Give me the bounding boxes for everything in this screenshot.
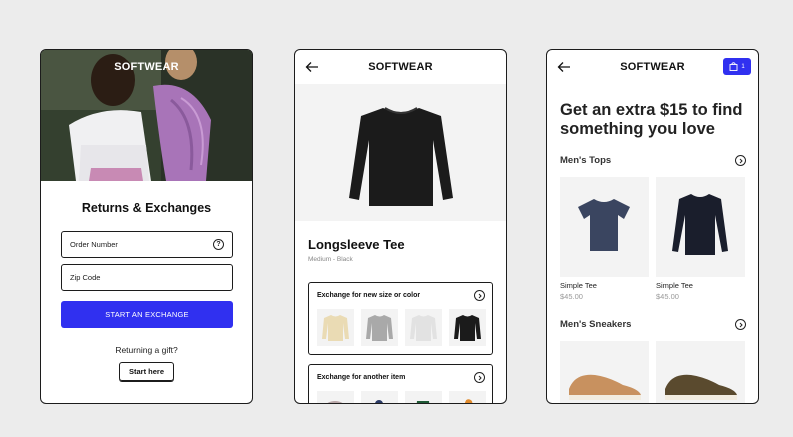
color-option-black[interactable] xyxy=(449,309,486,346)
section-title-mens-sneakers: Men's Sneakers xyxy=(560,319,632,330)
exchange-item-title: Exchange for another item xyxy=(317,374,406,381)
section-title-mens-tops: Men's Tops xyxy=(560,155,612,166)
product-price: $45.00 xyxy=(560,292,583,301)
chevron-right-icon[interactable] xyxy=(474,290,485,301)
product-name[interactable]: Simple Tee xyxy=(560,281,597,290)
product-card[interactable] xyxy=(560,341,649,403)
cart-button[interactable]: 1 xyxy=(723,58,751,75)
product-exchange-screen: SOFTWEAR Longsleeve Tee Medium - Black E… xyxy=(294,49,507,404)
page-title: Returns & Exchanges xyxy=(81,201,212,215)
promo-heading: Get an extra $15 to find something you l… xyxy=(560,101,743,138)
item-option-sweater[interactable] xyxy=(405,391,442,403)
product-name: Longsleeve Tee xyxy=(308,237,405,252)
product-name[interactable]: Simple Tee xyxy=(656,281,693,290)
exchange-size-title: Exchange for new size or color xyxy=(317,292,421,299)
start-exchange-button[interactable]: START AN EXCHANGE xyxy=(61,301,233,328)
item-option-jacket[interactable] xyxy=(361,391,398,403)
exchange-another-item-card[interactable]: Exchange for another item xyxy=(308,364,493,403)
zip-code-placeholder: Zip Code xyxy=(70,273,101,282)
chevron-right-icon[interactable] xyxy=(735,319,746,330)
hero-image: SOFTWEAR xyxy=(41,50,252,181)
brand-logo: SOFTWEAR xyxy=(114,61,179,73)
header: SOFTWEAR 1 xyxy=(547,50,758,84)
shop-screen: SOFTWEAR 1 Get an extra $15 to find some… xyxy=(546,49,759,404)
returns-screen: SOFTWEAR Returns & Exchanges Order Numbe… xyxy=(40,49,253,404)
brand-logo: SOFTWEAR xyxy=(368,61,433,73)
order-number-placeholder: Order Number xyxy=(70,240,118,249)
order-number-field[interactable]: Order Number ? xyxy=(61,231,233,258)
item-option-accessory[interactable] xyxy=(449,391,486,403)
exchange-size-color-card[interactable]: Exchange for new size or color xyxy=(308,282,493,355)
product-image xyxy=(295,84,506,221)
chevron-right-icon[interactable] xyxy=(474,372,485,383)
zip-code-field[interactable]: Zip Code xyxy=(61,264,233,291)
product-card[interactable] xyxy=(656,341,745,403)
help-icon[interactable]: ? xyxy=(213,239,224,250)
item-option-pants[interactable] xyxy=(317,391,354,403)
gift-prompt: Returning a gift? xyxy=(115,345,178,355)
product-variant: Medium - Black xyxy=(308,256,353,263)
cart-count: 1 xyxy=(741,63,745,70)
product-price: $45.00 xyxy=(656,292,679,301)
chevron-right-icon[interactable] xyxy=(735,155,746,166)
start-here-button[interactable]: Start here xyxy=(119,362,174,381)
header: SOFTWEAR xyxy=(295,50,506,84)
color-option-heather-grey[interactable] xyxy=(361,309,398,346)
product-card[interactable] xyxy=(560,177,649,277)
product-card[interactable] xyxy=(656,177,745,277)
color-option-white[interactable] xyxy=(405,309,442,346)
shopping-bag-icon xyxy=(729,62,738,71)
color-option-cream[interactable] xyxy=(317,309,354,346)
